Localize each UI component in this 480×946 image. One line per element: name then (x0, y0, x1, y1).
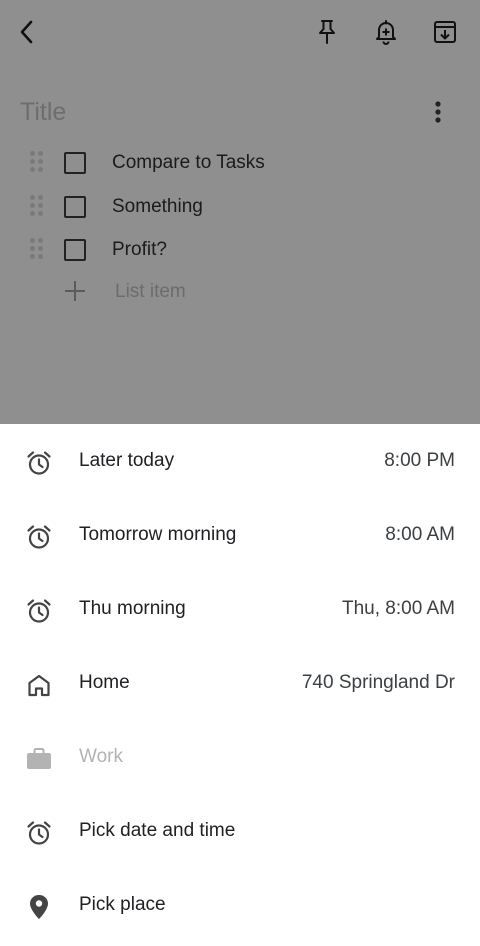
note-toolbar (0, 0, 480, 66)
reminder-option-thu-morning[interactable]: Thu morning Thu, 8:00 AM (0, 572, 480, 646)
pin-button[interactable] (309, 14, 345, 50)
reminder-option-home[interactable]: Home 740 Springland Dr (0, 646, 480, 720)
archive-icon (434, 21, 456, 43)
item-text[interactable]: Something (112, 196, 203, 218)
reminder-option-work[interactable]: Work (0, 720, 480, 794)
item-checkbox[interactable] (64, 152, 86, 174)
briefcase-icon (24, 744, 54, 774)
home-icon (24, 670, 54, 700)
reminder-option-later-today[interactable]: Later today 8:00 PM (0, 424, 480, 498)
option-label: Later today (79, 450, 175, 471)
item-checkbox[interactable] (64, 239, 86, 261)
note-title-field[interactable]: Title (20, 98, 66, 127)
add-reminder-icon (376, 20, 396, 45)
drag-handle-icon[interactable] (30, 238, 46, 262)
add-item-placeholder: List item (115, 281, 186, 302)
option-value: 740 Springland Dr (301, 672, 455, 693)
alarm-icon (24, 596, 54, 626)
option-label: Home (79, 672, 130, 693)
alarm-icon (24, 818, 54, 848)
option-label: Pick date and time (79, 820, 236, 841)
option-value: 8:00 PM (384, 450, 455, 471)
list-item: Compare to Tasks (0, 141, 480, 185)
option-label: Work (79, 746, 123, 767)
add-icon (65, 281, 85, 301)
option-value: 8:00 AM (385, 524, 455, 545)
option-label: Tomorrow morning (79, 524, 237, 545)
reminder-option-pick-date-time[interactable]: Pick date and time (0, 794, 480, 868)
option-label: Pick place (79, 894, 166, 915)
note-editor-dimmed[interactable]: Title Compare to Tasks Something Profit?… (0, 0, 480, 424)
list-item: Something (0, 185, 480, 229)
item-checkbox[interactable] (64, 196, 86, 218)
add-list-item-row[interactable]: List item (0, 272, 480, 312)
back-button[interactable] (9, 14, 45, 50)
back-arrow-icon (20, 20, 33, 44)
item-text[interactable]: Compare to Tasks (112, 152, 265, 174)
pin-icon (319, 20, 335, 44)
place-pin-icon (24, 892, 54, 922)
drag-handle-icon[interactable] (30, 195, 46, 219)
alarm-icon (24, 522, 54, 552)
archive-button[interactable] (427, 14, 463, 50)
more-options-button[interactable] (420, 94, 456, 130)
list-item: Profit? (0, 228, 480, 272)
more-vert-icon (435, 101, 441, 123)
reminder-option-tomorrow-morning[interactable]: Tomorrow morning 8:00 AM (0, 498, 480, 572)
reminder-option-pick-place[interactable]: Pick place (0, 868, 480, 942)
option-label: Thu morning (79, 598, 186, 619)
reminder-bottom-sheet: Later today 8:00 PM Tomorrow morning 8:0… (0, 424, 480, 946)
alarm-icon (24, 448, 54, 478)
drag-handle-icon[interactable] (30, 151, 46, 175)
item-text[interactable]: Profit? (112, 239, 167, 261)
option-value: Thu, 8:00 AM (341, 598, 455, 619)
add-reminder-button[interactable] (368, 14, 404, 50)
